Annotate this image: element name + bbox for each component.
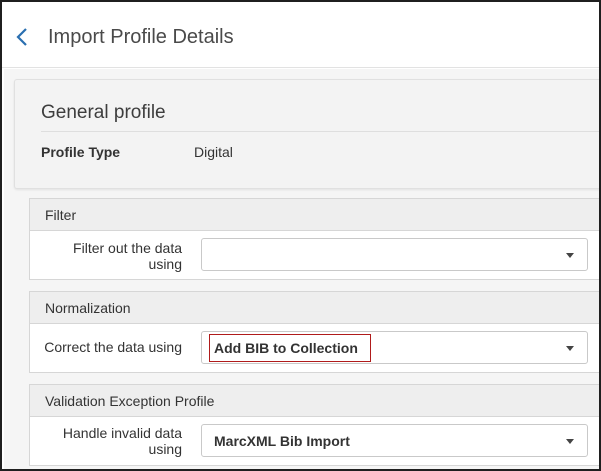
normalization-label-line1: Correct the data using bbox=[44, 339, 182, 355]
normalization-select-value: Add BIB to Collection bbox=[214, 340, 358, 356]
validation-label: Handle invalid data using bbox=[30, 425, 182, 457]
normalization-select[interactable]: Add BIB to Collection bbox=[201, 331, 588, 364]
profile-type-value: Digital bbox=[194, 144, 233, 160]
app-window: Import Profile Details General profile P… bbox=[0, 0, 601, 471]
filter-row: Filter out the data using bbox=[30, 231, 599, 279]
general-profile-panel: General profile Profile Type Digital bbox=[14, 79, 599, 189]
general-profile-title: General profile bbox=[41, 102, 166, 123]
validation-label-line2: using bbox=[148, 441, 182, 457]
normalization-section: Normalization Correct the data using Add… bbox=[29, 291, 599, 373]
profile-type-label: Profile Type bbox=[41, 144, 121, 160]
validation-select[interactable]: MarcXML Bib Import bbox=[201, 424, 588, 457]
normalization-label: Correct the data using bbox=[30, 339, 182, 355]
caret-down-icon bbox=[566, 346, 574, 351]
filter-label-line1: Filter out the data bbox=[73, 240, 182, 256]
page-header: Import Profile Details bbox=[2, 2, 599, 68]
validation-section: Validation Exception Profile Handle inva… bbox=[29, 384, 599, 466]
filter-select[interactable] bbox=[201, 238, 588, 271]
normalization-row: Correct the data using Add BIB to Collec… bbox=[30, 324, 599, 372]
caret-down-icon bbox=[566, 253, 574, 258]
validation-label-line1: Handle invalid data bbox=[62, 425, 182, 441]
validation-select-value: MarcXML Bib Import bbox=[214, 433, 350, 449]
filter-label: Filter out the data using bbox=[30, 240, 182, 272]
validation-section-title: Validation Exception Profile bbox=[30, 385, 599, 417]
normalization-section-title: Normalization bbox=[30, 292, 599, 324]
filter-section: Filter Filter out the data using bbox=[29, 198, 599, 280]
chevron-left-icon bbox=[16, 28, 27, 46]
back-button[interactable] bbox=[15, 26, 35, 50]
divider bbox=[41, 131, 599, 132]
filter-section-title: Filter bbox=[30, 199, 599, 231]
filter-label-line2: using bbox=[148, 256, 182, 272]
page-title: Import Profile Details bbox=[48, 26, 234, 48]
validation-row: Handle invalid data using MarcXML Bib Im… bbox=[30, 417, 599, 465]
caret-down-icon bbox=[566, 439, 574, 444]
